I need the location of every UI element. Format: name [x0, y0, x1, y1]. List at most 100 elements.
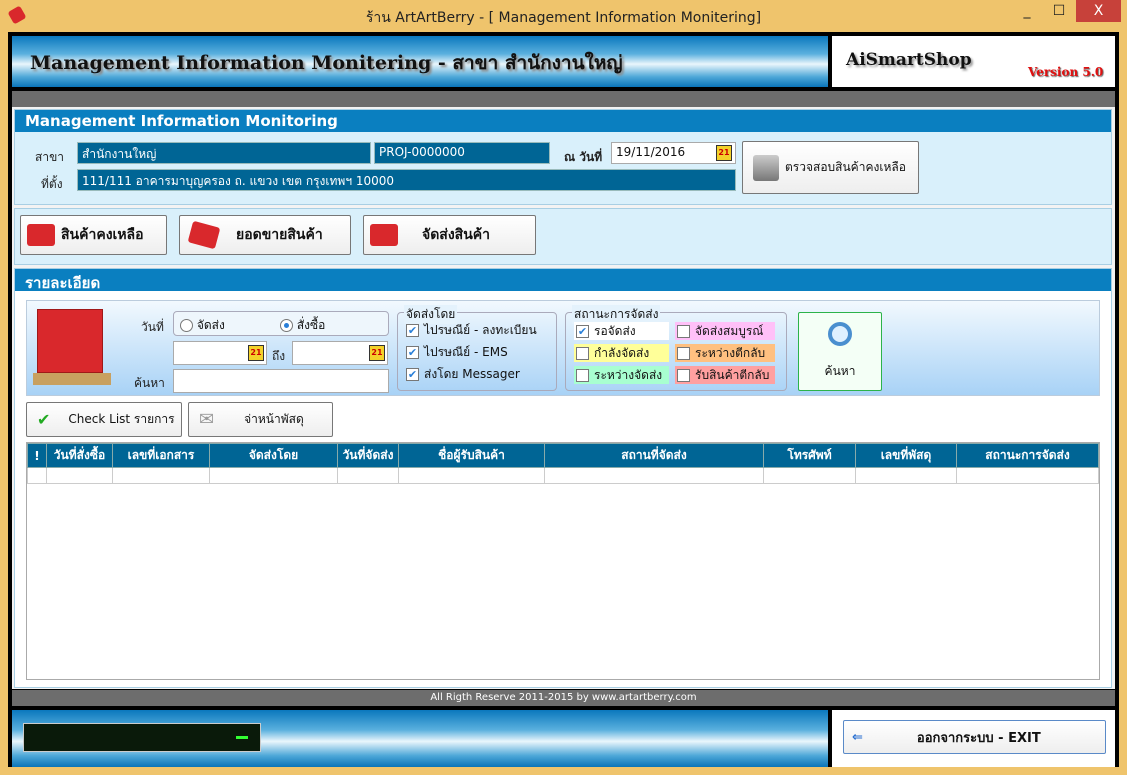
calendar-icon[interactable]: 21 — [369, 345, 385, 361]
table-cell[interactable] — [544, 467, 764, 484]
status-checkbox[interactable]: ระหว่างตีกลับ — [675, 344, 775, 362]
info-panel: Management Information Monitoring สาขา ส… — [14, 109, 1112, 205]
location-field: 111/111 อาคารมาบุญครอง ถ. แขวง เขต กรุงเ… — [77, 169, 736, 191]
exit-button[interactable]: ⇐ ออกจากระบบ - EXIT — [843, 720, 1106, 754]
table-cell[interactable] — [112, 467, 210, 484]
calendar-icon[interactable]: 21 — [248, 345, 264, 361]
checkbox-icon — [677, 324, 690, 338]
sales-label: ยอดขายสินค้า — [236, 227, 323, 243]
status-display — [23, 723, 261, 752]
status-checkbox[interactable]: รับสินค้าตีกลับ — [675, 366, 775, 384]
branch-field: สำนักงานใหญ่ — [77, 142, 371, 164]
ship-by-checkbox[interactable]: ✔ ไปรษณีย์ - ลงทะเบียน — [406, 321, 537, 339]
check-stock-label: ตรวจสอบสินค้าคงเหลือ — [785, 160, 906, 174]
version-label: Version 5.0 — [1028, 65, 1104, 79]
status-label: รับสินค้าตีกลับ — [695, 367, 770, 382]
copyright-footer: All Rigth Reserve 2011-2015 by www.artar… — [12, 690, 1115, 706]
radio-order[interactable]: สั่งซื้อ — [280, 316, 325, 335]
table-cell[interactable] — [763, 467, 856, 484]
separator-bar — [12, 91, 1115, 107]
checkbox-icon — [576, 346, 589, 360]
radio-ship-label: จัดส่ง — [196, 318, 225, 332]
checkbox-icon: ✔ — [406, 345, 419, 359]
table-cell[interactable] — [398, 467, 545, 484]
column-header[interactable]: เลขที่เอกสาร — [112, 443, 210, 468]
date-type-group: จัดส่ง สั่งซื้อ — [173, 311, 389, 336]
search-button-label: ค้นหา — [824, 364, 856, 378]
table-cell[interactable] — [46, 467, 113, 484]
table-row[interactable] — [27, 467, 1099, 484]
envelope-icon: ✉ — [199, 409, 215, 430]
checklist-icon: ✔ — [37, 410, 51, 429]
search-input[interactable] — [173, 369, 389, 393]
boxes-pallet-icon — [33, 309, 111, 389]
details-heading: รายละเอียด — [15, 269, 1111, 292]
sales-button[interactable]: ยอดขายสินค้า — [179, 215, 351, 255]
shipping-button[interactable]: จัดส่งสินค้า — [363, 215, 536, 255]
checkbox-icon — [677, 346, 690, 360]
column-header[interactable]: ชื่อผู้รับสินค้า — [398, 443, 545, 468]
column-header[interactable]: สถานะการจัดส่ง — [956, 443, 1099, 468]
shipping-label: จัดส่งสินค้า — [422, 227, 491, 243]
label-button[interactable]: ✉ จ่าหน้าพัสดุ — [188, 402, 333, 437]
date-from-input[interactable]: 21 — [173, 341, 267, 365]
column-header[interactable]: สถานที่จัดส่ง — [544, 443, 764, 468]
checkbox-icon — [677, 368, 690, 382]
printer-icon — [753, 154, 779, 181]
checklist-button[interactable]: ✔ Check List รายการ — [26, 402, 182, 437]
status-label: จัดส่งสมบูรณ์ — [695, 323, 764, 338]
checklist-label: Check List รายการ — [68, 412, 175, 426]
search-button[interactable]: ค้นหา — [798, 312, 882, 391]
date-to-input[interactable]: 21 — [292, 341, 388, 365]
brand-name: AiSmartShop — [846, 50, 972, 70]
maximize-button[interactable]: ☐ — [1044, 0, 1074, 22]
column-header[interactable]: วันที่สั่งซื้อ — [46, 443, 113, 468]
column-header[interactable]: จัดส่งโดย — [209, 443, 338, 468]
ship-by-checkbox[interactable]: ✔ ไปรษณีย์ - EMS — [406, 343, 537, 361]
stock-button[interactable]: สินค้าคงเหลือ — [20, 215, 167, 255]
ship-by-checkbox[interactable]: ✔ ส่งโดย Messager — [406, 365, 537, 383]
calendar-icon[interactable]: 21 — [716, 145, 732, 161]
table-cell[interactable] — [337, 467, 399, 484]
table-cell[interactable] — [209, 467, 338, 484]
project-field: PROJ-0000000 — [374, 142, 550, 164]
filter-panel: วันที่ จัดส่ง สั่งซื้อ 21 ถึง 21 ค้นหา จ… — [26, 300, 1100, 396]
status-group: สถานะการจัดส่ง ✔ รอจัดส่ง จัดส่งสมบูรณ์ กำล… — [565, 305, 787, 391]
column-header[interactable]: โทรศัพท์ — [763, 443, 856, 468]
minimize-button[interactable]: _ — [1012, 0, 1042, 22]
column-header[interactable]: ! — [27, 443, 47, 468]
close-button[interactable]: X — [1076, 0, 1121, 22]
magnifier-icon — [828, 322, 852, 346]
ship-by-label: ไปรษณีย์ - ลงทะเบียน — [424, 322, 537, 337]
status-checkbox[interactable]: ✔ รอจัดส่ง — [574, 322, 669, 340]
table-cell[interactable] — [855, 467, 957, 484]
checkbox-icon — [576, 368, 589, 382]
radio-ship[interactable]: จัดส่ง — [180, 316, 225, 335]
status-label: ระหว่างตีกลับ — [695, 345, 766, 360]
table-cell[interactable] — [956, 467, 1099, 484]
ship-by-label: ส่งโดย Messager — [424, 366, 520, 381]
date-field[interactable]: 19/11/2016 21 — [611, 142, 736, 164]
checkbox-icon: ✔ — [406, 367, 419, 381]
exit-box: ⇐ ออกจากระบบ - EXIT — [832, 710, 1115, 767]
status-label: รอจัดส่ง — [594, 323, 636, 338]
info-heading: Management Information Monitoring — [15, 110, 1111, 132]
to-label: ถึง — [272, 349, 286, 363]
ship-by-label: ไปรษณีย์ - EMS — [424, 344, 508, 359]
orders-table[interactable]: ! วันที่สั่งซื้อ เลขที่เอกสาร จัดส่งโดย วันท… — [26, 442, 1100, 680]
check-stock-button[interactable]: ตรวจสอบสินค้าคงเหลือ — [742, 141, 919, 194]
table-cell[interactable] — [27, 467, 47, 484]
status-checkbox[interactable]: จัดส่งสมบูรณ์ — [675, 322, 775, 340]
ship-by-group: จัดส่งโดย ✔ ไปรษณีย์ - ลงทะเบียน ✔ ไปรษณีย์… — [397, 305, 557, 391]
checkbox-icon: ✔ — [576, 324, 589, 338]
title-bar: ร้าน ArtArtBerry - [ Management Informat… — [0, 0, 1127, 32]
column-header[interactable]: วันที่จัดส่ง — [337, 443, 399, 468]
date-label: ณ วันที่ — [564, 150, 603, 164]
date-type-label: วันที่ — [141, 320, 164, 334]
status-checkbox[interactable]: กำลังจัดส่ง — [574, 344, 669, 362]
column-header[interactable]: เลขที่พัสดุ — [855, 443, 957, 468]
exit-door-icon: ⇐ — [852, 729, 863, 745]
window-title: ร้าน ArtArtBerry - [ Management Informat… — [365, 10, 762, 26]
page-title: Management Information Monitering - สาขา… — [30, 52, 623, 74]
status-checkbox[interactable]: ระหว่างจัดส่ง — [574, 366, 669, 384]
